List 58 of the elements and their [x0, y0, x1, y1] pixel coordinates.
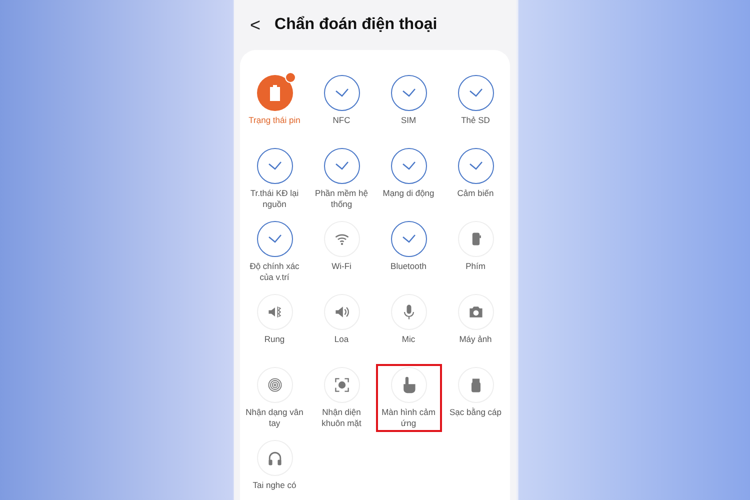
check-icon	[402, 234, 416, 244]
test-label: Máy ảnh	[458, 334, 493, 346]
screen-title: Chẩn đoán điện thoại	[274, 15, 438, 35]
test-button[interactable]	[390, 294, 426, 330]
test-label: Sạc bằng cáp	[448, 407, 502, 418]
test-button[interactable]	[458, 221, 494, 257]
test-label: Rung	[263, 334, 286, 346]
face-scan-icon	[332, 376, 350, 394]
test-label: Nhận dạng vân tay	[244, 407, 304, 430]
test-label: Tr.thái KĐ lại nguồn	[249, 188, 300, 210]
test-label: Loa	[333, 334, 350, 346]
test-button[interactable]	[324, 221, 360, 257]
check-icon	[268, 234, 282, 244]
test-button[interactable]	[458, 294, 494, 330]
check-icon	[268, 161, 282, 171]
test-label: SIM	[400, 115, 418, 126]
test-button[interactable]	[256, 367, 292, 403]
check-icon	[468, 161, 482, 171]
test-label: Wi-Fi	[330, 261, 352, 272]
check-icon	[334, 88, 348, 98]
fingerprint-icon	[266, 376, 284, 394]
test-label: Mic	[400, 334, 416, 346]
battery-icon	[268, 85, 280, 101]
test-label: Cảm biến	[456, 188, 495, 200]
passed-test-button[interactable]	[390, 75, 426, 111]
test-button[interactable]	[256, 440, 292, 476]
passed-test-button[interactable]	[458, 75, 494, 111]
headphones-icon	[266, 449, 284, 467]
alert-badge	[284, 72, 296, 83]
check-icon	[334, 161, 348, 171]
test-label: Phím	[464, 261, 486, 272]
check-icon	[468, 88, 482, 98]
passed-test-button[interactable]	[256, 221, 292, 257]
test-label: Phần mềm hệ thống	[314, 188, 369, 210]
passed-test-button[interactable]	[324, 148, 360, 184]
passed-test-button[interactable]	[458, 148, 494, 184]
test-button[interactable]	[390, 367, 426, 403]
battery-warning-button[interactable]	[256, 75, 292, 111]
passed-test-button[interactable]	[324, 75, 360, 111]
back-button[interactable]: <	[250, 16, 261, 34]
passed-test-button[interactable]	[256, 148, 292, 184]
test-label: Màn hình cảm ứng	[380, 407, 436, 430]
test-button[interactable]	[458, 367, 494, 403]
test-label: Mạng di động	[382, 188, 436, 200]
test-label: NFC	[332, 115, 352, 126]
test-button[interactable]	[324, 367, 360, 403]
test-button[interactable]	[324, 294, 360, 330]
test-label: Tai nghe có	[252, 480, 298, 492]
check-icon	[402, 161, 416, 171]
passed-test-button[interactable]	[390, 221, 426, 257]
test-label: Thẻ SD	[460, 115, 491, 126]
test-label: Trạng thái pin	[248, 115, 302, 126]
check-icon	[402, 88, 416, 98]
test-label: Độ chính xác của v.trí	[248, 261, 300, 284]
test-label: Bluetooth	[390, 261, 428, 272]
passed-test-button[interactable]	[390, 148, 426, 184]
test-label: Nhận diện khuôn mặt	[320, 407, 362, 430]
test-button[interactable]	[256, 294, 292, 330]
